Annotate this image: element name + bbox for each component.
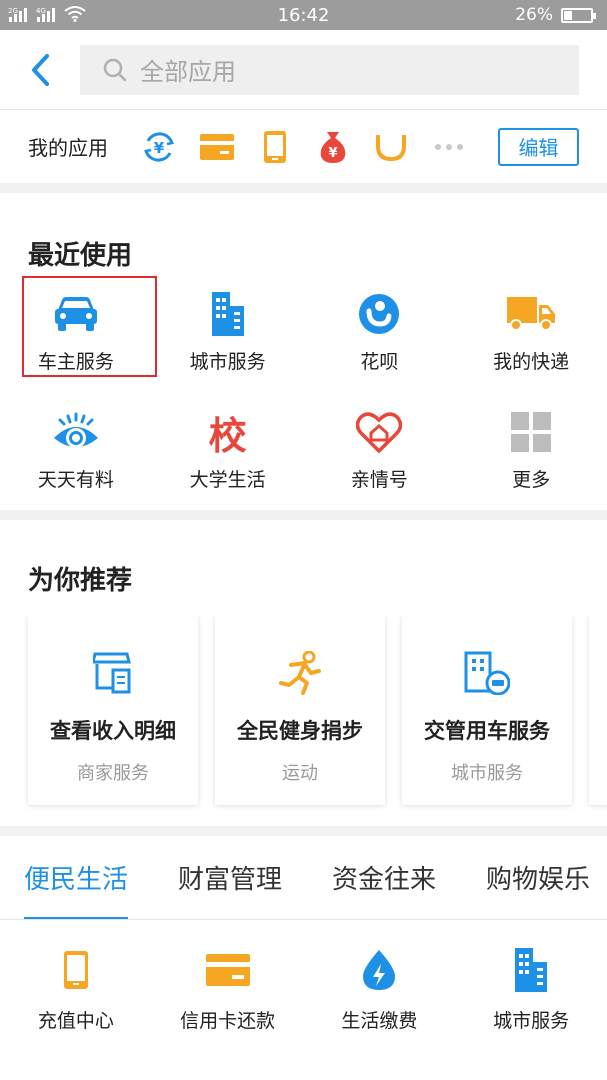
app-label: 花呗	[360, 351, 399, 373]
service-label: 信用卡还款	[180, 1010, 276, 1032]
my-apps-label: 我的应用	[28, 136, 108, 160]
battery-percent: 26%	[515, 5, 553, 25]
status-bar: 2G 4G 16:42 26%	[0, 0, 607, 30]
huabei-icon	[352, 287, 406, 341]
service-label: 充值中心	[37, 1010, 114, 1032]
eye-icon	[49, 405, 103, 459]
runner-icon	[276, 649, 324, 697]
app-label: 天天有料	[37, 469, 114, 491]
app-city-service[interactable]: 城市服务	[152, 283, 304, 401]
app-huabei[interactable]: 花呗	[304, 283, 456, 401]
card-subtitle: 城市服务	[451, 763, 523, 784]
service-utilities[interactable]: 生活缴费	[304, 946, 456, 1061]
card-title: 全民健身捐步	[237, 719, 363, 743]
selection-highlight	[22, 276, 157, 377]
search-placeholder: 全部应用	[140, 58, 236, 86]
phone-icon[interactable]	[246, 127, 304, 167]
city-building-icon	[201, 287, 255, 341]
app-label: 更多	[512, 469, 551, 491]
recent-section: 最近使用 车主服务 城市服务 花呗 我的快递 天天有料 校 大学生活 亲情号 更…	[0, 193, 607, 510]
water-drop-bolt-icon	[355, 946, 403, 994]
xiao-character-icon: 校	[208, 413, 247, 458]
service-label: 城市服务	[493, 1010, 570, 1032]
card-subtitle: 商家服务	[77, 763, 149, 784]
search-icon	[103, 58, 127, 81]
recent-title: 最近使用	[28, 241, 133, 271]
battery-icon	[561, 7, 596, 23]
heart-home-icon	[352, 405, 406, 459]
app-college-life[interactable]: 校 大学生活	[152, 401, 304, 519]
recommend-card-income[interactable]: 查看收入明细 商家服务	[28, 615, 198, 805]
cup-icon[interactable]	[362, 127, 420, 167]
money-bag-icon[interactable]: ¥	[304, 127, 362, 167]
tab-wealth[interactable]: 财富管理	[178, 836, 282, 919]
app-label: 城市服务	[189, 351, 266, 373]
services-grid: 充值中心 信用卡还款 生活缴费 城市服务	[0, 920, 607, 1061]
service-city[interactable]: 城市服务	[455, 946, 607, 1061]
card-icon[interactable]	[188, 127, 246, 167]
category-tabs: 便民生活 财富管理 资金往来 购物娱乐	[0, 836, 607, 920]
svg-text:¥: ¥	[154, 139, 165, 157]
edit-button[interactable]: 编辑	[498, 127, 579, 166]
my-apps-icons: ¥ ¥	[130, 127, 498, 167]
tab-shopping[interactable]: 购物娱乐	[486, 836, 590, 919]
category-section: 便民生活 财富管理 资金往来 购物娱乐 充值中心 信用卡还款 生活缴费 城市服务	[0, 836, 607, 1080]
app-label: 大学生活	[189, 469, 266, 491]
app-my-express[interactable]: 我的快递	[455, 283, 607, 401]
truck-icon	[504, 287, 558, 341]
chevron-left-icon	[32, 53, 49, 86]
tab-convenience[interactable]: 便民生活	[24, 836, 129, 919]
app-more[interactable]: 更多	[455, 401, 607, 519]
building-car-icon	[463, 649, 511, 697]
my-apps-bar: 我的应用 ¥ ¥ 编辑	[0, 110, 607, 183]
store-receipt-icon	[89, 649, 137, 697]
recommend-card-fitness[interactable]: 全民健身捐步 运动	[215, 615, 385, 805]
card-title: 查看收入明细	[50, 719, 176, 743]
search-header: 全部应用	[0, 30, 607, 110]
tab-transfers[interactable]: 资金往来	[332, 836, 436, 919]
service-topup[interactable]: 充值中心	[0, 946, 152, 1061]
app-label: 亲情号	[350, 469, 408, 491]
service-label: 生活缴费	[341, 1010, 418, 1032]
recommend-card-traffic[interactable]: 交管用车服务 城市服务	[402, 615, 572, 805]
app-daily-content[interactable]: 天天有料	[0, 401, 152, 519]
card-subtitle: 运动	[282, 763, 318, 784]
recommend-card-partial[interactable]	[589, 615, 607, 805]
grid-more-icon	[504, 405, 558, 459]
app-car-owner-service[interactable]: 车主服务	[0, 276, 157, 401]
app-label: 我的快递	[493, 351, 570, 373]
app-family-account[interactable]: 亲情号	[304, 401, 456, 519]
recommend-title: 为你推荐	[28, 566, 133, 596]
search-input[interactable]: 全部应用	[80, 44, 579, 95]
back-button[interactable]	[22, 52, 58, 88]
more-dots-icon[interactable]	[420, 127, 478, 167]
service-credit-card[interactable]: 信用卡还款	[152, 946, 304, 1061]
phone-icon	[52, 946, 100, 994]
battery-indicator: 26%	[515, 5, 596, 25]
card-title: 交管用车服务	[424, 719, 550, 743]
yuan-refresh-icon[interactable]: ¥	[130, 127, 188, 167]
card-icon	[204, 946, 252, 994]
svg-text:¥: ¥	[328, 146, 337, 161]
recent-grid: 车主服务 城市服务 花呗 我的快递 天天有料 校 大学生活 亲情号 更多	[0, 276, 607, 519]
city-building-icon	[507, 946, 555, 994]
recommend-section: 为你推荐 查看收入明细 商家服务 全民健身捐步 运动 交管用车服务 城市服务	[0, 520, 607, 826]
recommend-cards: 查看收入明细 商家服务 全民健身捐步 运动 交管用车服务 城市服务	[0, 615, 607, 825]
